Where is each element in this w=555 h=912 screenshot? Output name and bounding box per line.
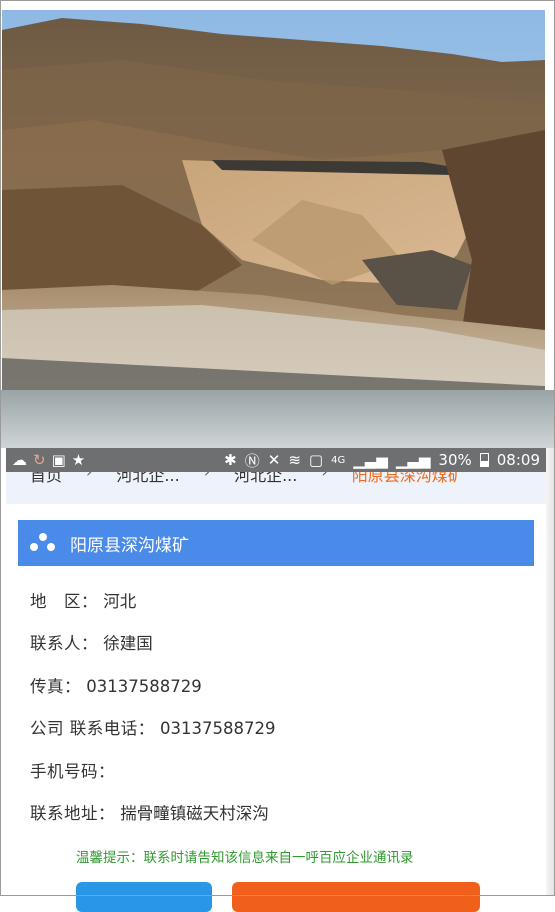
status-bar: ☁ ↻ ▣ ★ ✱ Ⓝ ✕ ≋ ▢ 4G ▁▃▅ ▁▃▅ 30% 08:09 xyxy=(6,448,546,472)
mute-icon: ✕ xyxy=(267,451,281,469)
card-header: 阳原县深沟煤矿 xyxy=(18,520,534,566)
phone-label: 公司 联系电话： xyxy=(30,719,155,738)
company-title: 阳原县深沟煤矿 xyxy=(70,535,189,556)
tip-text: 温馨提示：联系时请告知该信息来自一呼百应企业通讯录 xyxy=(76,850,414,866)
contact-value: 徐建国 xyxy=(103,634,153,653)
mobile-label: 手机号码： xyxy=(30,762,115,781)
contact-button[interactable] xyxy=(76,882,212,912)
battery-percent: 30% xyxy=(438,451,472,469)
nfc-icon: Ⓝ xyxy=(244,451,260,470)
clock: 08:09 xyxy=(496,451,540,469)
mobile-row: 手机号码： xyxy=(30,758,115,782)
fax-value: 03137588729 xyxy=(86,677,202,696)
fax-label: 传真： xyxy=(30,677,81,696)
cluster-icon xyxy=(30,533,56,553)
fax-row: 传真： 03137588729 xyxy=(30,673,202,697)
sim-icon: ▢ xyxy=(308,451,324,469)
phone-row: 公司 联系电话： 03137588729 xyxy=(30,715,275,739)
signal-icon: ▁▃▅ xyxy=(395,451,431,469)
address-label: 联系地址： xyxy=(30,804,115,823)
notification-icon: ↻ xyxy=(33,451,46,469)
company-card: 阳原县深沟煤矿 地 区： 河北 联系人： 徐建国 传真： 03137588729… xyxy=(6,504,546,912)
contact-label: 联系人： xyxy=(30,634,98,653)
address-row: 联系地址： 揣骨疃镇磁天村深沟 xyxy=(30,800,269,824)
image-icon: ▣ xyxy=(51,451,66,469)
star-icon: ★ xyxy=(71,451,86,469)
address-value: 揣骨疃镇磁天村深沟 xyxy=(120,804,269,823)
region-label: 地 区： xyxy=(30,592,98,611)
wifi-icon: ≋ xyxy=(288,451,301,469)
call-button[interactable] xyxy=(232,882,480,912)
battery-icon xyxy=(479,453,489,467)
region-row: 地 区： 河北 xyxy=(30,588,136,612)
screen-gap xyxy=(0,390,555,448)
contact-row: 联系人： 徐建国 xyxy=(30,630,153,654)
cloud-icon: ☁ xyxy=(12,451,27,469)
region-value: 河北 xyxy=(103,592,137,611)
mine-photo xyxy=(2,10,545,390)
bluetooth-icon: ✱ xyxy=(224,451,237,469)
phone-value[interactable]: 03137588729 xyxy=(160,719,275,738)
signal-icon: ▁▃▅ xyxy=(353,451,388,469)
network-type: 4G xyxy=(331,454,346,466)
